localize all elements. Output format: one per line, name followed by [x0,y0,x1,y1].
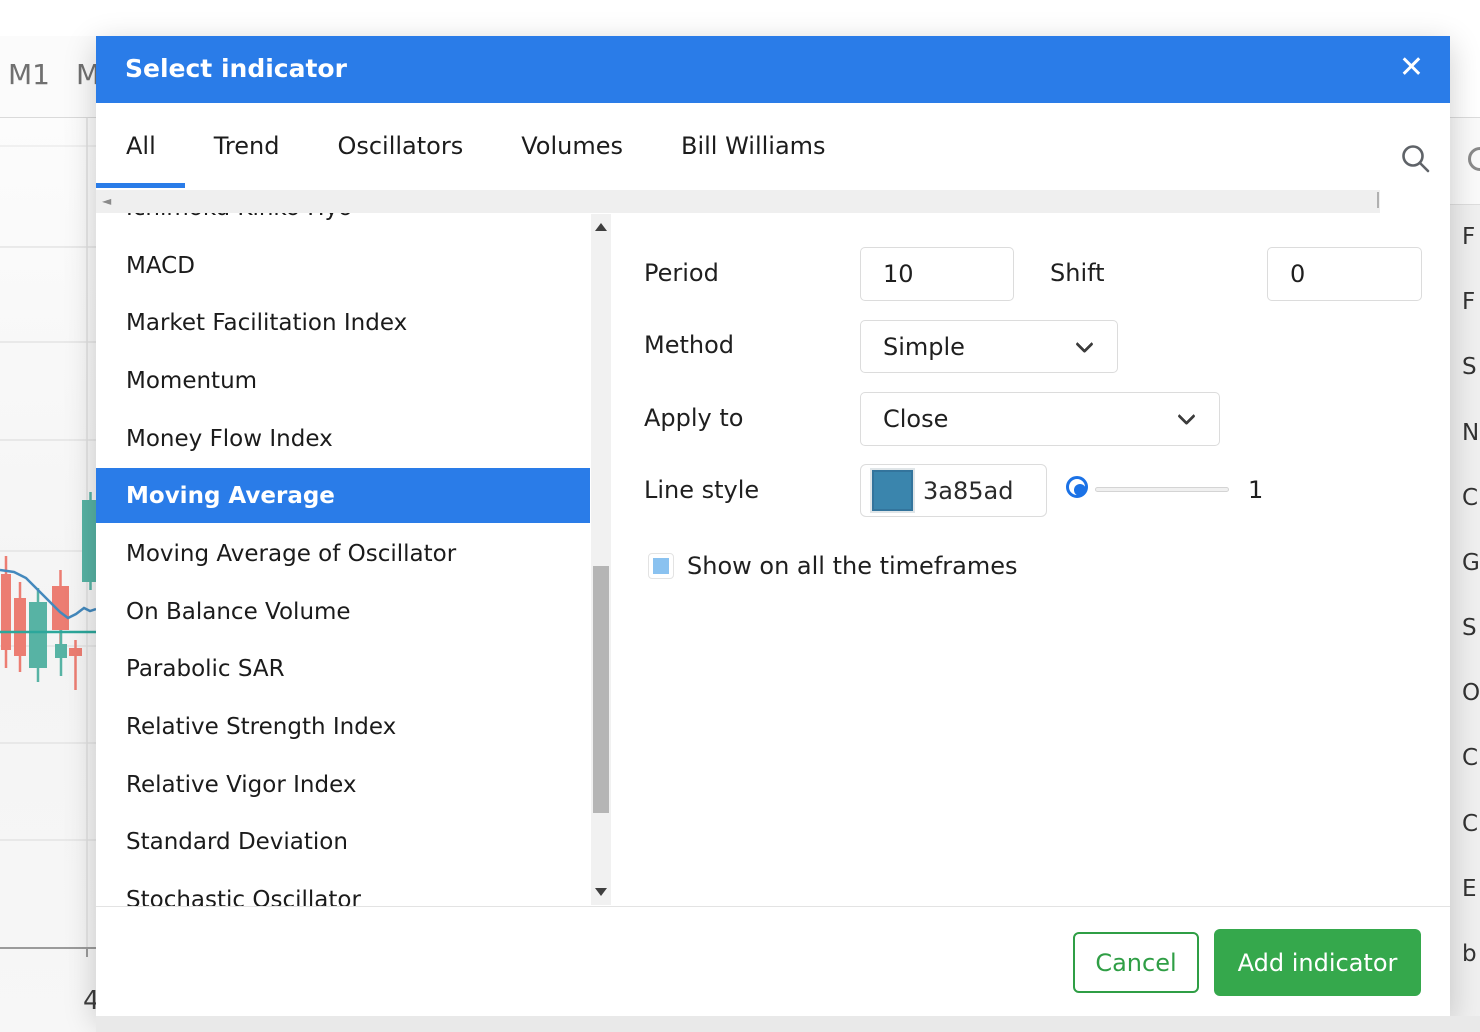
right-panel-item-text: C [1462,811,1480,837]
line-color-picker[interactable]: 3a85ad [860,464,1047,517]
chevron-down-icon [1075,334,1093,352]
horizontal-scrollbar[interactable]: ◄ [96,190,1380,213]
right-panel-item-text: C [1462,485,1480,511]
list-item-stochastic-oscillator[interactable]: Stochastic Oscillator [96,872,590,906]
scrollbar-thumb[interactable] [593,566,609,813]
close-icon[interactable]: ✕ [1399,50,1424,86]
timeframe-button-m1[interactable]: M1 [8,58,50,91]
method-select-value: Simple [883,333,965,361]
line-width-value: 1 [1248,476,1263,504]
right-panel-item-text: S [1462,615,1480,641]
cancel-button[interactable]: Cancel [1073,932,1199,993]
indicator-list: Ichimoku Kinko Hyo MACDMarket Facilitatio… [96,213,590,906]
list-item-relative-vigor-index[interactable]: Relative Vigor Index [96,757,590,812]
right-panel-item-text: E [1462,876,1480,902]
vertical-scrollbar[interactable] [591,214,611,905]
list-item-on-balance-volume[interactable]: On Balance Volume [96,584,590,639]
footer-divider [96,906,1450,907]
line-width-slider-handle[interactable] [1066,476,1088,498]
dialog-header: Select indicator ✕ [96,36,1450,103]
method-label: Method [644,331,734,359]
shift-label: Shift [1050,259,1105,287]
right-panel-item-text: C [1462,745,1480,771]
page-background-strip [96,1016,1480,1032]
list-item-relative-strength-index[interactable]: Relative Strength Index [96,699,590,754]
slider-dot [1074,484,1086,496]
list-item-moving-average[interactable]: Moving Average [96,468,590,523]
line-style-label: Line style [644,476,759,504]
active-tab-underline [96,183,185,188]
period-input[interactable] [860,247,1014,301]
tab-all[interactable]: All [126,132,156,160]
list-item-moving-average-of-oscillator[interactable]: Moving Average of Oscillator [96,526,590,581]
color-hex-value: 3a85ad [923,477,1013,505]
select-indicator-dialog: Select indicator ✕ All Trend Oscillators Vo… [96,36,1450,1016]
candlestick-chart [0,36,96,1032]
right-panel-item-text: S [1462,354,1480,380]
add-indicator-button[interactable]: Add indicator [1214,929,1421,996]
right-panel-item-text: G [1462,550,1480,576]
right-panel-header [1450,36,1480,118]
scroll-up-icon[interactable] [595,223,607,231]
apply-to-label: Apply to [644,404,743,432]
tab-trend[interactable]: Trend [214,132,280,160]
list-item-market-facilitation-index[interactable]: Market Facilitation Index [96,295,590,350]
right-panel-item-text: O [1462,680,1480,706]
list-item-macd[interactable]: MACD [96,238,590,293]
apply-to-select[interactable]: Close [860,392,1220,446]
list-item-ichimoku-kinko-hyo[interactable]: Ichimoku Kinko Hyo [96,213,590,235]
chevron-down-icon [1177,407,1195,425]
show-all-timeframes-checkbox[interactable] [648,553,674,579]
right-panel-item-text: F [1462,224,1480,250]
scroll-left-icon[interactable]: ◄ [102,194,111,208]
tab-bill-williams[interactable]: Bill Williams [681,132,826,160]
tab-oscillators[interactable]: Oscillators [337,132,463,160]
dialog-title: Select indicator [125,54,347,83]
tab-volumes[interactable]: Volumes [521,132,623,160]
color-swatch [872,470,913,511]
list-item-parabolic-sar[interactable]: Parabolic SAR [96,641,590,696]
shift-input[interactable] [1267,247,1422,301]
checkbox-checked-fill [653,558,669,574]
search-icon[interactable] [1400,143,1432,175]
right-panel-item-text: F [1462,289,1480,315]
period-label: Period [644,259,719,287]
list-item-momentum[interactable]: Momentum [96,353,590,408]
screen: M1 M 4 FFSNCGSOCCEb Select indicator ✕ A… [0,0,1480,1032]
scroll-down-icon[interactable] [595,888,607,896]
right-panel-item-text: N [1462,420,1480,446]
scrollbar-tick [1377,192,1379,208]
list-item-standard-deviation[interactable]: Standard Deviation [96,814,590,869]
apply-to-select-value: Close [883,405,948,433]
right-panel-item-text: b [1462,941,1480,967]
tab-bar: All Trend Oscillators Volumes Bill Williams [126,132,826,160]
show-all-timeframes-label: Show on all the timeframes [687,552,1018,580]
list-item-money-flow-index[interactable]: Money Flow Index [96,411,590,466]
line-width-slider-track[interactable] [1095,487,1229,492]
method-select[interactable]: Simple [860,320,1118,373]
